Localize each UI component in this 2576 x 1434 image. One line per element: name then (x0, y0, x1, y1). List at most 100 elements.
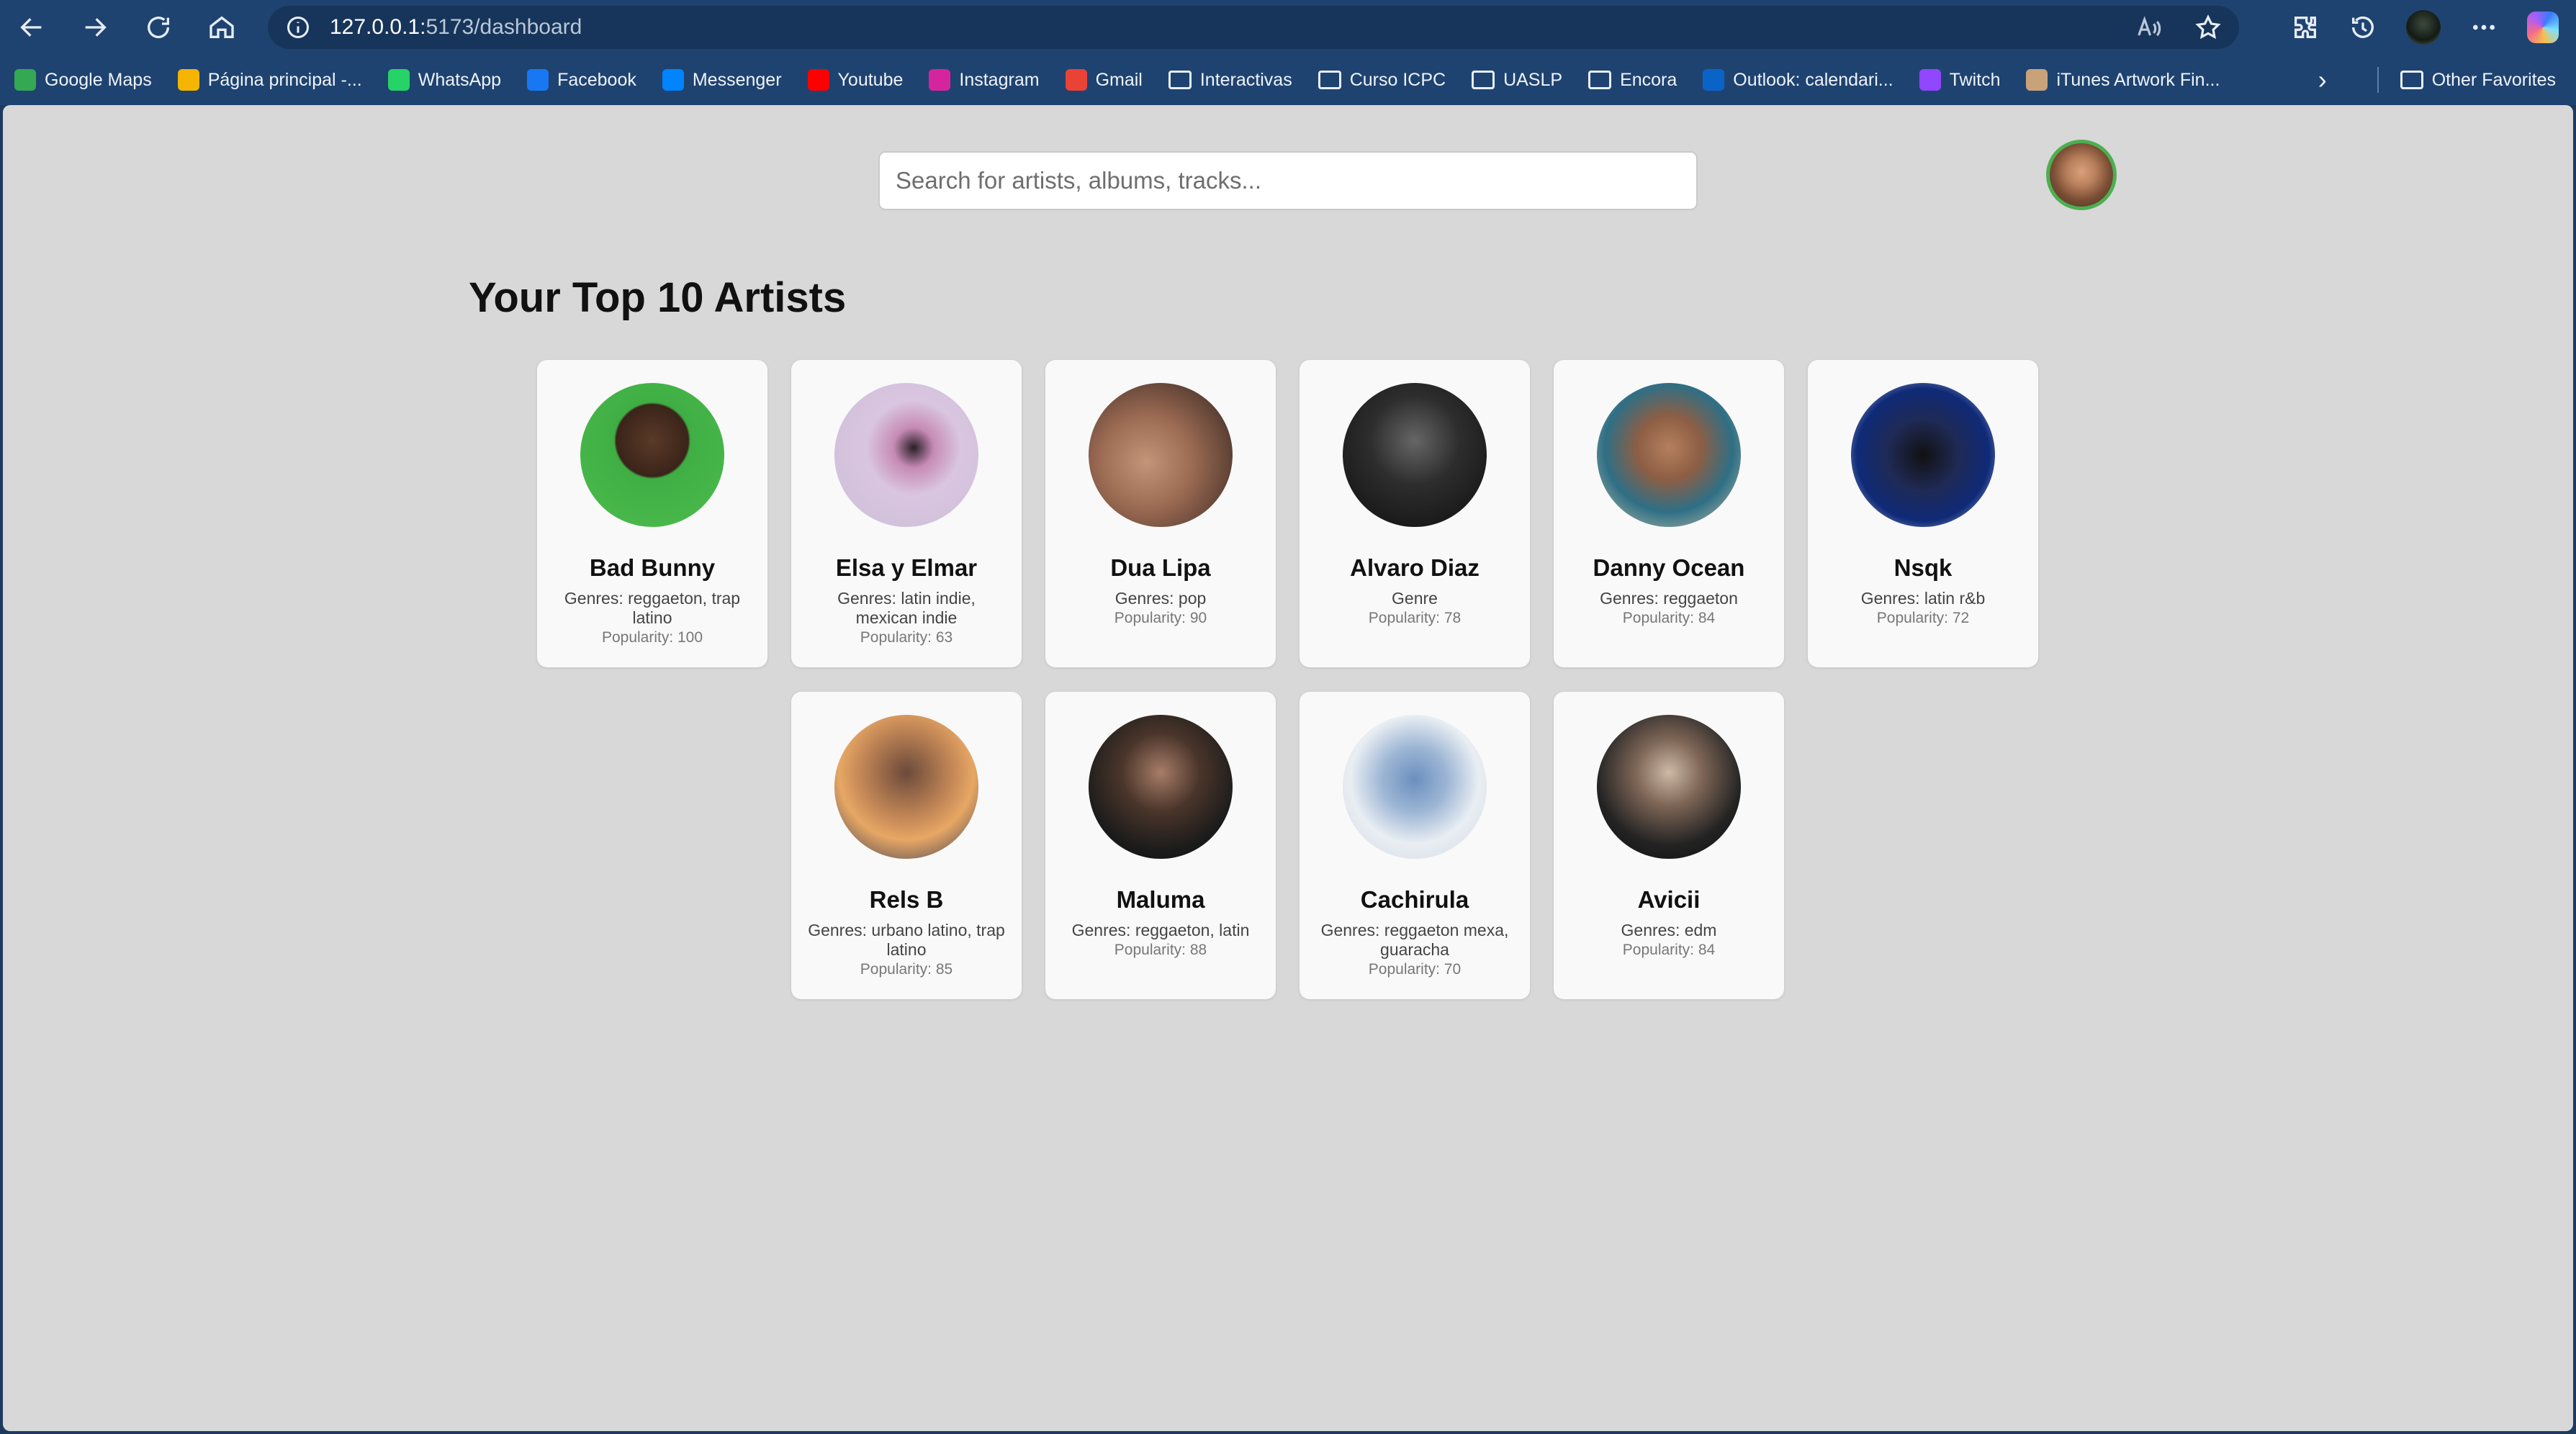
read-aloud-icon[interactable] (2135, 14, 2163, 41)
whatsapp-icon (387, 69, 410, 91)
artist-card[interactable]: Danny Ocean Genres: reggaeton Popularity: … (1554, 360, 1784, 667)
copilot-icon[interactable] (2527, 12, 2559, 43)
bookmark-label: Instagram (959, 69, 1040, 90)
bookmark-label: Facebook (557, 69, 636, 90)
forward-button[interactable] (63, 0, 127, 55)
search-input[interactable] (878, 151, 1698, 210)
artist-card[interactable]: Elsa y Elmar Genres: latin indie, mexican… (791, 360, 1022, 667)
bookmark-item[interactable]: Messenger (662, 69, 782, 91)
bookmarks-bar-right: › Other Favorites (2318, 55, 2556, 105)
artist-genres: Genres: reggaeton, trap latino (564, 589, 741, 627)
arrow-left-icon (20, 18, 42, 37)
bookmark-item[interactable]: iTunes Artwork Fin... (2026, 69, 2220, 91)
bookmark-item[interactable]: WhatsApp (387, 69, 502, 91)
artist-photo (1597, 715, 1741, 859)
page-title: Your Top 10 Artists (469, 274, 847, 321)
artist-card[interactable]: Dua Lipa Genres: pop Popularity: 90 (1045, 360, 1276, 667)
bookmark-item[interactable]: UASLP (1472, 70, 1562, 91)
bookmark-item[interactable]: Página principal -... (177, 69, 362, 91)
bookmark-label: Outlook: calendari... (1733, 69, 1893, 90)
artist-photo (1343, 383, 1487, 527)
twitch-icon (1919, 69, 1941, 91)
artist-popularity: Popularity: 70 (1368, 961, 1462, 978)
divider (2377, 67, 2379, 93)
bookmark-label: WhatsApp (418, 69, 502, 90)
artist-name: Nsqk (1893, 554, 1953, 581)
artist-card[interactable]: Alvaro Diaz Genre Popularity: 78 (1300, 360, 1530, 667)
chevron-right-icon[interactable]: › (2318, 65, 2327, 95)
other-favorites-button[interactable]: Other Favorites (2400, 70, 2556, 91)
bookmark-item[interactable]: Twitch (1919, 69, 2001, 91)
artist-popularity: Popularity: 85 (860, 961, 953, 978)
bookmark-item[interactable]: Outlook: calendari... (1703, 69, 1893, 91)
artist-card[interactable]: Rels B Genres: urbano latino, trap latino… (791, 692, 1022, 999)
bookmark-item[interactable]: Facebook (527, 69, 636, 91)
artist-genres: Genres: reggaeton, latin (1071, 921, 1250, 939)
artist-genres: Genres: urbano latino, trap latino (808, 921, 1005, 959)
artist-photo (1089, 383, 1233, 527)
bookmark-label: Youtube (837, 69, 904, 90)
bookmark-item[interactable]: Curso ICPC (1318, 70, 1446, 91)
artist-name: Danny Ocean (1593, 554, 1745, 581)
artist-card[interactable]: Maluma Genres: reggaeton, latin Popularity… (1045, 692, 1276, 999)
folder-icon (1318, 71, 1341, 89)
itunes-artwork-icon (2026, 69, 2048, 91)
folder-icon (2400, 71, 2423, 89)
browser-toolbar: 127.0.0.1: 5173/dashboard (0, 0, 2576, 55)
folder-icon (1588, 71, 1612, 89)
more-options-icon[interactable] (2469, 13, 2498, 42)
bookmark-label: Messenger (692, 69, 782, 90)
bookmark-label: Twitch (1949, 69, 2001, 90)
reload-button[interactable] (127, 0, 190, 55)
artist-card[interactable]: Bad Bunny Genres: reggaeton, trap latino P… (537, 360, 767, 667)
home-button[interactable] (190, 0, 253, 55)
artist-photo (1343, 715, 1487, 859)
history-icon[interactable] (2348, 13, 2377, 42)
user-avatar[interactable] (2046, 140, 2117, 210)
artist-popularity: Popularity: 88 (1114, 942, 1207, 958)
folder-icon (1472, 71, 1495, 89)
star-favorite-icon[interactable] (2194, 14, 2222, 41)
other-favorites-label: Other Favorites (2431, 69, 2556, 90)
browser-profile-avatar[interactable] (2406, 10, 2441, 45)
artist-genres: Genres: edm (1621, 921, 1717, 939)
instagram-icon (929, 69, 951, 91)
artist-photo (1851, 383, 1995, 527)
extensions-icon[interactable] (2291, 13, 2320, 42)
bookmark-item[interactable]: Instagram (929, 69, 1040, 91)
bookmark-label: Encora (1620, 69, 1677, 90)
bookmark-item[interactable]: Google Maps (14, 69, 152, 91)
bookmark-item[interactable]: Gmail (1065, 69, 1143, 91)
bookmark-label: Página principal -... (207, 69, 362, 90)
artist-name: Avicii (1637, 886, 1701, 913)
bookmark-label: iTunes Artwork Fin... (2056, 69, 2220, 90)
site-info-icon[interactable] (285, 14, 311, 40)
bookmark-label: Interactivas (1199, 69, 1292, 90)
artist-popularity: Popularity: 84 (1622, 942, 1716, 958)
artist-genres: Genres: reggaeton (1600, 589, 1738, 608)
artist-popularity: Popularity: 90 (1114, 610, 1207, 626)
artist-card[interactable]: Cachirula Genres: reggaeton mexa, guarach… (1300, 692, 1530, 999)
artist-name: Bad Bunny (589, 554, 716, 581)
artist-card[interactable]: Avicii Genres: edm Popularity: 84 (1554, 692, 1784, 999)
bookmark-item[interactable]: Youtube (807, 69, 904, 91)
bookmark-label: Google Maps (45, 69, 152, 90)
back-button[interactable] (0, 0, 63, 55)
facebook-icon (527, 69, 549, 91)
youtube-icon (807, 69, 829, 91)
bookmark-item[interactable]: Encora (1588, 70, 1677, 91)
artist-card[interactable]: Nsqk Genres: latin r&b Popularity: 72 (1808, 360, 2038, 667)
artist-popularity: Popularity: 100 (601, 629, 703, 646)
bookmark-label: Curso ICPC (1349, 69, 1446, 90)
address-bar[interactable]: 127.0.0.1: 5173/dashboard (268, 6, 2239, 49)
artist-popularity: Popularity: 78 (1368, 610, 1462, 626)
url-path: 5173/dashboard (425, 15, 582, 39)
artist-name: Alvaro Diaz (1350, 554, 1480, 581)
outlook-icon (1703, 69, 1725, 91)
artist-name: Maluma (1116, 886, 1205, 913)
artist-genres: Genres: latin indie, mexican indie (837, 589, 976, 627)
bookmark-label: UASLP (1503, 69, 1563, 90)
artists-grid: Bad Bunny Genres: reggaeton, trap latino P… (537, 360, 2066, 999)
artist-genres: Genre (1392, 589, 1438, 608)
bookmark-item[interactable]: Interactivas (1168, 70, 1292, 91)
